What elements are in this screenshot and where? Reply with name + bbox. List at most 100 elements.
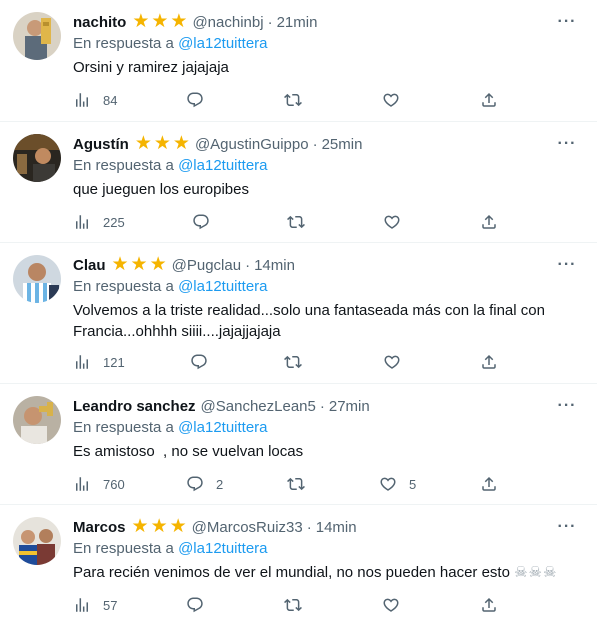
display-name[interactable]: nachito [73, 14, 126, 31]
tweet-text: Volvemos a la triste realidad...solo una… [73, 302, 545, 340]
timestamp[interactable]: 27min [329, 398, 370, 415]
reply-icon [187, 476, 203, 492]
avatar[interactable] [13, 12, 61, 60]
reply-icon [187, 597, 203, 613]
user-handle[interactable]: @AgustinGuippo [195, 136, 309, 153]
reply-button[interactable] [192, 212, 222, 232]
like-button[interactable] [382, 90, 412, 110]
reply-context: En respuesta a @la12tuittera [73, 540, 268, 557]
tweet-header: Marcos ★★★ @MarcosRuiz33 · 14min [73, 516, 357, 537]
display-name[interactable]: Agustín [73, 136, 129, 153]
like-button[interactable] [383, 352, 413, 372]
reply-button[interactable] [190, 352, 220, 372]
share-button[interactable] [480, 90, 498, 110]
reply-button[interactable]: 2 [186, 474, 223, 494]
share-button[interactable] [480, 212, 498, 232]
tweet-text-body: Para recién venimos de ver el mundial, n… [73, 564, 510, 581]
reply-to-link[interactable]: @la12tuittera [178, 419, 267, 436]
reply-prefix: En respuesta a [73, 540, 174, 557]
views-count: 760 [103, 476, 125, 492]
reply-prefix: En respuesta a [73, 157, 174, 174]
more-icon[interactable]: ··· [557, 517, 577, 537]
tweet[interactable]: nachito ★★★ @nachinbj · 21min ··· En res… [0, 0, 597, 122]
share-button[interactable] [480, 352, 498, 372]
avatar[interactable] [13, 517, 61, 565]
avatar[interactable] [13, 396, 61, 444]
action-bar: 57 [73, 595, 513, 615]
retweet-icon [284, 93, 302, 107]
reply-to-link[interactable]: @la12tuittera [178, 540, 267, 557]
avatar[interactable] [13, 255, 61, 303]
more-icon[interactable]: ··· [557, 396, 577, 416]
skull-emoji-icon: ☠☠☠ [514, 564, 558, 581]
user-handle[interactable]: @SanchezLean5 [201, 398, 316, 415]
retweet-button[interactable] [287, 212, 317, 232]
more-icon[interactable]: ··· [557, 134, 577, 154]
reply-prefix: En respuesta a [73, 35, 174, 52]
tweet[interactable]: Clau ★★★ @Pugclau · 14min ··· En respues… [0, 243, 597, 384]
views-button[interactable]: 57 [73, 595, 117, 615]
views-button[interactable]: 121 [73, 352, 125, 372]
retweet-button[interactable] [287, 474, 317, 494]
timestamp[interactable]: 14min [316, 519, 357, 536]
reply-to-link[interactable]: @la12tuittera [178, 35, 267, 52]
user-handle[interactable]: @Pugclau [172, 257, 241, 274]
user-handle[interactable]: @nachinbj [192, 14, 263, 31]
reply-icon [193, 214, 209, 230]
action-bar: 225 [73, 212, 513, 232]
tweet[interactable]: Leandro sanchez @SanchezLean5 · 27min ··… [0, 384, 597, 505]
views-icon [76, 215, 88, 229]
action-bar: 121 [73, 352, 513, 372]
retweet-button[interactable] [284, 595, 314, 615]
tweet-header: Agustín ★★★ @AgustinGuippo · 25min [73, 133, 363, 154]
display-name[interactable]: Leandro sanchez [73, 398, 196, 415]
tweet-header: Clau ★★★ @Pugclau · 14min [73, 254, 295, 275]
retweet-icon [284, 355, 302, 369]
reply-to-link[interactable]: @la12tuittera [178, 278, 267, 295]
share-icon [482, 597, 496, 612]
like-button[interactable] [382, 595, 412, 615]
reply-prefix: En respuesta a [73, 278, 174, 295]
reply-context: En respuesta a @la12tuittera [73, 278, 268, 295]
more-icon[interactable]: ··· [557, 255, 577, 275]
like-button[interactable]: 5 [379, 474, 416, 494]
tweet-header: Leandro sanchez @SanchezLean5 · 27min [73, 396, 370, 416]
reply-context: En respuesta a @la12tuittera [73, 35, 268, 52]
share-icon [482, 354, 496, 369]
views-count: 225 [103, 214, 125, 230]
reply-button[interactable] [186, 595, 216, 615]
timestamp[interactable]: 14min [254, 257, 295, 274]
more-icon[interactable]: ··· [557, 12, 577, 32]
tweet[interactable]: Agustín ★★★ @AgustinGuippo · 25min ··· E… [0, 122, 597, 243]
share-icon [482, 214, 496, 229]
reply-prefix: En respuesta a [73, 419, 174, 436]
separator-dot: · [319, 397, 325, 415]
tweet[interactable]: Marcos ★★★ @MarcosRuiz33 · 14min ··· En … [0, 505, 597, 622]
views-button[interactable]: 84 [73, 90, 117, 110]
share-icon [482, 476, 496, 491]
like-button[interactable] [383, 212, 413, 232]
reply-button[interactable] [186, 90, 216, 110]
retweet-icon [287, 215, 305, 229]
views-button[interactable]: 225 [73, 212, 125, 232]
timestamp[interactable]: 25min [322, 136, 363, 153]
views-icon [76, 477, 88, 491]
tweet-text: Para recién venimos de ver el mundial, n… [73, 562, 573, 583]
tweet-text: Es amistoso , no se vuelvan locas [73, 443, 304, 460]
user-handle[interactable]: @MarcosRuiz33 [192, 519, 303, 536]
retweet-button[interactable] [284, 90, 314, 110]
like-icon [384, 215, 400, 229]
share-button[interactable] [480, 595, 498, 615]
display-name[interactable]: Clau [73, 257, 106, 274]
tweet-text: Orsini y ramirez jajajaja [73, 59, 229, 76]
views-button[interactable]: 760 [73, 474, 125, 494]
display-name[interactable]: Marcos [73, 519, 126, 536]
reply-to-link[interactable]: @la12tuittera [178, 157, 267, 174]
retweet-button[interactable] [284, 352, 314, 372]
timestamp[interactable]: 21min [277, 14, 318, 31]
like-icon [383, 93, 399, 107]
like-count: 5 [409, 476, 417, 492]
avatar[interactable] [13, 134, 61, 182]
share-button[interactable] [480, 474, 498, 494]
action-bar: 84 [73, 90, 513, 110]
